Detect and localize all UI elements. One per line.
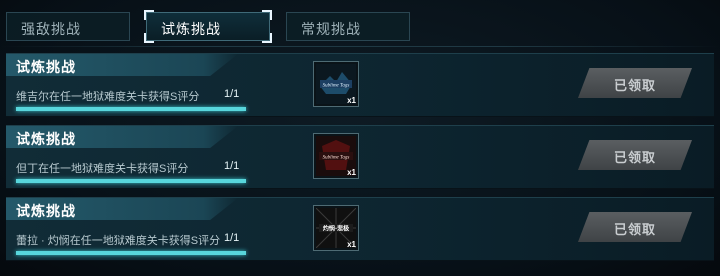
- row-description: 维吉尔在任一地狱难度关卡获得S评分: [16, 91, 200, 103]
- claimed-button[interactable]: 已领取: [578, 140, 692, 170]
- claim-label: 已领取: [613, 150, 656, 165]
- tab-label: 常规挑战: [301, 21, 361, 37]
- reward-art-text: 灼悯·悲极: [323, 225, 350, 233]
- challenge-tabs: 强敌挑战 试炼挑战 常规挑战: [0, 0, 720, 48]
- selected-corner-br: [262, 33, 272, 43]
- claim-label: 已领取: [613, 222, 656, 237]
- progress-bar: [16, 107, 246, 111]
- tab-divider: [0, 46, 720, 47]
- reward-quantity: x1: [347, 240, 356, 249]
- row-progress-text: 1/1: [224, 160, 240, 172]
- selected-corner-bl: [144, 33, 154, 43]
- reward-item[interactable]: Sublime Tags x1: [313, 61, 359, 107]
- reward-quantity: x1: [347, 168, 356, 177]
- tab-regular-challenge[interactable]: 常规挑战: [286, 12, 410, 41]
- reward-quantity: x1: [347, 96, 356, 105]
- row-description: 但丁在任一地狱难度关卡获得S评分: [16, 163, 189, 175]
- claim-label: 已领取: [613, 78, 656, 93]
- progress-bar-fill: [16, 107, 246, 111]
- progress-bar-fill: [16, 179, 246, 183]
- row-progress-text: 1/1: [224, 88, 240, 100]
- row-title: 试炼挑战: [16, 203, 76, 219]
- tab-strong-enemy-challenge[interactable]: 强敌挑战: [6, 12, 130, 41]
- row-description: 蕾拉 · 灼悯在任一地狱难度关卡获得S评分: [16, 235, 221, 247]
- challenge-row: 试炼挑战 但丁在任一地狱难度关卡获得S评分 1/1 Sublime Tags x…: [6, 125, 714, 189]
- tab-trial-challenge[interactable]: 试炼挑战: [144, 10, 272, 43]
- row-title: 试炼挑战: [16, 59, 76, 75]
- progress-bar: [16, 179, 246, 183]
- reward-item[interactable]: 灼悯·悲极 x1: [313, 205, 359, 251]
- row-title: 试炼挑战: [16, 131, 76, 147]
- progress-bar: [16, 251, 246, 255]
- progress-bar-fill: [16, 251, 246, 255]
- claimed-button[interactable]: 已领取: [578, 212, 692, 242]
- svg-text:Sublime Tags: Sublime Tags: [323, 156, 350, 161]
- selected-corner-tl: [144, 10, 154, 20]
- challenge-row: 试炼挑战 蕾拉 · 灼悯在任一地狱难度关卡获得S评分 1/1 灼悯·悲极 x1 …: [6, 197, 714, 261]
- svg-text:Sublime Tags: Sublime Tags: [323, 84, 350, 89]
- selected-corner-tr: [262, 10, 272, 20]
- tab-label: 强敌挑战: [21, 21, 81, 37]
- challenge-row: 试炼挑战 维吉尔在任一地狱难度关卡获得S评分 1/1 Sublime Tags …: [6, 53, 714, 117]
- reward-item[interactable]: Sublime Tags x1: [313, 133, 359, 179]
- claimed-button[interactable]: 已领取: [578, 68, 692, 98]
- tab-label: 试炼挑战: [161, 21, 221, 37]
- row-progress-text: 1/1: [224, 232, 240, 244]
